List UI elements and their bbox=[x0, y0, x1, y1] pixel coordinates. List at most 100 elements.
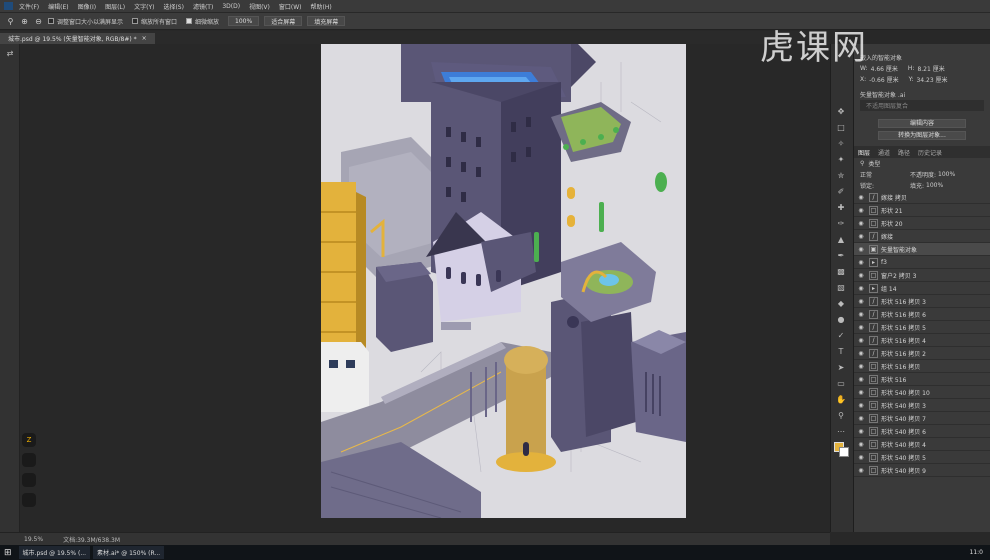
move-tool-icon[interactable]: ✥ bbox=[833, 104, 849, 118]
menu-select[interactable]: 选择(S) bbox=[163, 2, 184, 11]
eye-icon[interactable]: ◉ bbox=[856, 337, 866, 344]
shape-tool-icon[interactable]: ▭ bbox=[833, 376, 849, 390]
layer-row[interactable]: ◉ □ 形状 540 拷贝 5 bbox=[854, 451, 990, 464]
eye-icon[interactable]: ◉ bbox=[856, 207, 866, 214]
layer-row[interactable]: ◉ ▸ 组 14 bbox=[854, 282, 990, 295]
menu-help[interactable]: 帮助(H) bbox=[311, 2, 332, 11]
document-tab[interactable]: 城市.psd @ 19.5% (矢量智能对象, RGB/8#) * × bbox=[0, 33, 155, 44]
quick-select-icon[interactable]: ✦ bbox=[833, 152, 849, 166]
resize-windows-checkbox[interactable]: 调整窗口大小以满屏显示 bbox=[48, 17, 123, 26]
zoom-tool-icon[interactable]: ⚲ bbox=[6, 17, 15, 26]
eye-icon[interactable]: ◉ bbox=[856, 220, 866, 227]
h-value[interactable]: 8.21 厘米 bbox=[917, 64, 944, 73]
fill-screen-button[interactable]: 填充屏幕 bbox=[307, 16, 346, 26]
eye-icon[interactable]: ◉ bbox=[856, 285, 866, 292]
layer-row[interactable]: ◉ □ 形状 540 拷贝 7 bbox=[854, 412, 990, 425]
taskbar-item-photoshop[interactable]: 城市.psd @ 19.5% (... bbox=[18, 546, 91, 559]
taskbar-item-illustrator[interactable]: 素材.ai* @ 150% (R... bbox=[93, 546, 165, 559]
z-app-badge[interactable]: Z bbox=[22, 433, 36, 447]
eye-icon[interactable]: ◉ bbox=[856, 259, 866, 266]
layer-comp-select[interactable]: 不适用图层复合 bbox=[866, 101, 908, 110]
fit-screen-button[interactable]: 适合屏幕 bbox=[264, 16, 303, 26]
eye-icon[interactable]: ◉ bbox=[856, 233, 866, 240]
side-button-1[interactable] bbox=[22, 453, 36, 467]
fill-value[interactable]: 100% bbox=[926, 182, 943, 189]
eye-icon[interactable]: ◉ bbox=[856, 246, 866, 253]
pen-tool-icon[interactable]: ✓ bbox=[833, 328, 849, 342]
convert-to-layers-button[interactable]: 转换为图层对象... bbox=[878, 131, 966, 140]
eyedropper-icon[interactable]: ✐ bbox=[833, 184, 849, 198]
eraser-tool-icon[interactable]: ▩ bbox=[833, 264, 849, 278]
side-button-3[interactable] bbox=[22, 493, 36, 507]
layer-row[interactable]: ◉ □ 形状 516 bbox=[854, 373, 990, 386]
eye-icon[interactable]: ◉ bbox=[856, 298, 866, 305]
eye-icon[interactable]: ◉ bbox=[856, 389, 866, 396]
menu-file[interactable]: 文件(F) bbox=[19, 2, 39, 11]
hand-tool-icon[interactable]: ✋ bbox=[833, 392, 849, 406]
zoom-100-button[interactable]: 100% bbox=[228, 16, 260, 26]
stamp-tool-icon[interactable]: ▲ bbox=[833, 232, 849, 246]
zoom-out-icon[interactable]: ⊖ bbox=[34, 17, 43, 26]
layer-row[interactable]: ◉ □ 形状 540 拷贝 9 bbox=[854, 464, 990, 477]
menu-3d[interactable]: 3D(D) bbox=[222, 3, 240, 10]
eye-icon[interactable]: ◉ bbox=[856, 454, 866, 461]
marquee-tool-icon[interactable]: □ bbox=[833, 120, 849, 134]
menu-type[interactable]: 文字(Y) bbox=[134, 2, 154, 11]
tab-paths[interactable]: 路径 bbox=[898, 148, 910, 157]
tab-layers[interactable]: 图层 bbox=[858, 148, 870, 157]
close-icon[interactable]: × bbox=[142, 35, 147, 42]
scrubby-zoom-checkbox[interactable]: 细微缩放 bbox=[186, 17, 219, 26]
zoom-tool-icon[interactable]: ⚲ bbox=[833, 408, 849, 422]
history-brush-icon[interactable]: ✒ bbox=[833, 248, 849, 262]
blur-tool-icon[interactable]: ◆ bbox=[833, 296, 849, 310]
more-tools-icon[interactable]: ⋯ bbox=[833, 424, 849, 438]
layer-row[interactable]: ◉ ▸ f3 bbox=[854, 256, 990, 269]
side-button-2[interactable] bbox=[22, 473, 36, 487]
canvas-area[interactable] bbox=[20, 44, 830, 532]
artboard[interactable] bbox=[321, 44, 686, 518]
layer-row[interactable]: ◉ / 嫁接 拷贝 bbox=[854, 191, 990, 204]
layer-row[interactable]: ◉ / 形状 516 拷贝 2 bbox=[854, 347, 990, 360]
eye-icon[interactable]: ◉ bbox=[856, 311, 866, 318]
brush-tool-icon[interactable]: ✑ bbox=[833, 216, 849, 230]
eye-icon[interactable]: ◉ bbox=[856, 363, 866, 370]
menu-layer[interactable]: 图层(L) bbox=[105, 2, 125, 11]
x-value[interactable]: -0.66 厘米 bbox=[869, 75, 898, 84]
gradient-tool-icon[interactable]: ▧ bbox=[833, 280, 849, 294]
eye-icon[interactable]: ◉ bbox=[856, 194, 866, 201]
eye-icon[interactable]: ◉ bbox=[856, 428, 866, 435]
layer-row[interactable]: ◉ / 嫁接 bbox=[854, 230, 990, 243]
menu-edit[interactable]: 编辑(E) bbox=[48, 2, 68, 11]
crop-tool-icon[interactable]: ✮ bbox=[833, 168, 849, 182]
menu-window[interactable]: 窗口(W) bbox=[279, 2, 302, 11]
layer-row[interactable]: ◉ □ 窗户2 拷贝 3 bbox=[854, 269, 990, 282]
layer-row[interactable]: ◉ / 形状 516 拷贝 3 bbox=[854, 295, 990, 308]
type-tool-icon[interactable]: T bbox=[833, 344, 849, 358]
eye-icon[interactable]: ◉ bbox=[856, 350, 866, 357]
eye-icon[interactable]: ◉ bbox=[856, 402, 866, 409]
layer-row[interactable]: ◉ / 形状 516 拷贝 5 bbox=[854, 321, 990, 334]
layer-row[interactable]: ◉ □ 形状 540 拷贝 4 bbox=[854, 438, 990, 451]
windows-start-icon[interactable]: ⊞ bbox=[0, 546, 16, 559]
opacity-value[interactable]: 100% bbox=[938, 171, 955, 178]
layer-row[interactable]: ◉ □ 形状 540 拷贝 3 bbox=[854, 399, 990, 412]
menu-view[interactable]: 视图(V) bbox=[249, 2, 270, 11]
layer-row[interactable]: ◉ □ 形状 516 拷贝 bbox=[854, 360, 990, 373]
eye-icon[interactable]: ◉ bbox=[856, 376, 866, 383]
tab-channels[interactable]: 通道 bbox=[878, 148, 890, 157]
layer-row[interactable]: ◉ □ 形状 20 bbox=[854, 217, 990, 230]
lasso-tool-icon[interactable]: ✧ bbox=[833, 136, 849, 150]
layer-row[interactable]: ◉ / 形状 516 拷贝 6 bbox=[854, 308, 990, 321]
eye-icon[interactable]: ◉ bbox=[856, 415, 866, 422]
panel-collapse-icon[interactable]: ⇄ bbox=[2, 46, 18, 60]
background-color-swatch[interactable] bbox=[839, 447, 849, 457]
zoom-in-icon[interactable]: ⊕ bbox=[20, 17, 29, 26]
path-select-icon[interactable]: ➤ bbox=[833, 360, 849, 374]
edit-contents-button[interactable]: 编辑内容 bbox=[878, 119, 966, 128]
layer-row[interactable]: ◉ □ 形状 21 bbox=[854, 204, 990, 217]
eye-icon[interactable]: ◉ bbox=[856, 272, 866, 279]
layer-row[interactable]: ◉ □ 形状 540 拷贝 10 bbox=[854, 386, 990, 399]
blend-mode-select[interactable]: 正常 bbox=[860, 170, 910, 179]
layer-row[interactable]: ◉ / 形状 516 拷贝 4 bbox=[854, 334, 990, 347]
healing-brush-icon[interactable]: ✚ bbox=[833, 200, 849, 214]
